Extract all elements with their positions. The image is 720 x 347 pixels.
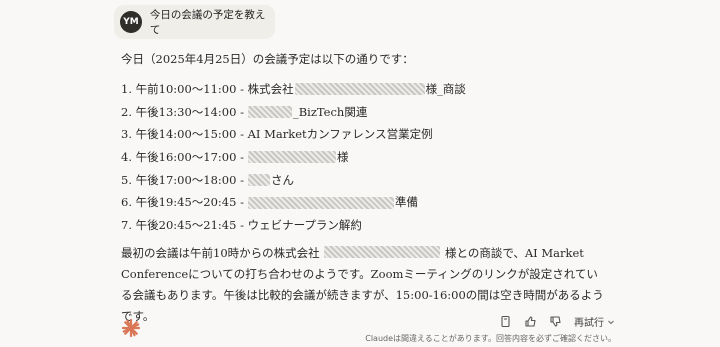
user-message-bubble: YM 今日の会議の予定を教えて	[114, 5, 275, 39]
chevron-down-icon	[608, 320, 614, 324]
thumbs-up-icon[interactable]	[524, 315, 537, 328]
redacted-text	[324, 245, 441, 258]
item-number: 6.	[121, 195, 132, 210]
copy-icon[interactable]	[499, 315, 512, 328]
item-suffix: 準備	[394, 195, 418, 210]
redacted-text	[247, 174, 270, 187]
item-number: 1.	[121, 82, 132, 96]
list-item: 2. 午後13:30～14:00 - _BizTech関連	[121, 101, 611, 124]
retry-button[interactable]: 再試行	[574, 314, 615, 329]
list-item: 5. 午後17:00～18:00 - さん	[121, 169, 611, 192]
list-item: 3. 午後14:00～15:00 - AI Marketカンファレンス営業定例	[121, 123, 611, 146]
item-number: 7.	[121, 218, 132, 233]
item-text: 午後19:45～20:45 -	[135, 195, 244, 210]
list-item: 4. 午後16:00～17:00 - 様	[121, 146, 611, 169]
redacted-text	[247, 151, 336, 164]
redacted-text	[294, 83, 425, 96]
user-message-text: 今日の会議の予定を教えて	[149, 9, 266, 36]
list-item: 1. 午前10:00～11:00 - 株式会社 様_商談	[121, 78, 611, 101]
item-text: 午後14:00～15:00 - AI Marketカンファレンス営業定例	[135, 127, 433, 142]
redacted-text	[247, 196, 394, 209]
item-number: 5.	[121, 172, 132, 187]
item-number: 2.	[121, 104, 132, 119]
item-text: 午後17:00～18:00 -	[135, 172, 244, 187]
redacted-text	[247, 106, 292, 119]
avatar: YM	[120, 11, 142, 33]
item-suffix: _BizTech関連	[292, 104, 368, 119]
item-text: 午後13:30～14:00 -	[135, 104, 244, 119]
item-number: 3.	[121, 127, 132, 142]
response-intro: 今日（2025年4月25日）の会議予定は以下の通りです：	[121, 52, 414, 66]
item-number: 4.	[121, 150, 132, 165]
response-actions: 再試行	[499, 314, 615, 329]
assistant-response: 今日（2025年4月25日）の会議予定は以下の通りです： 1. 午前10:00～…	[121, 48, 611, 327]
summary-text-start: 最初の会議は午前10時からの株式会社	[121, 245, 320, 260]
list-item: 6. 午後19:45～20:45 - 準備	[121, 191, 611, 214]
item-text: 午後20:45～21:45 - ウェビナープラン解約	[135, 218, 362, 233]
list-item: 7. 午後20:45～21:45 - ウェビナープラン解約	[121, 214, 611, 237]
retry-label: 再試行	[574, 318, 604, 329]
item-suffix: 様_商談	[425, 82, 466, 96]
meeting-list: 1. 午前10:00～11:00 - 株式会社 様_商談 2. 午後13:30～…	[121, 78, 611, 237]
disclaimer: Claudeは間違えることがあります。回答内容を必ずご確認ください。	[365, 334, 616, 343]
claude-logo-icon	[121, 318, 141, 338]
thumbs-down-icon[interactable]	[549, 315, 562, 328]
item-text: 午後16:00～17:00 -	[135, 150, 244, 165]
item-suffix: 様	[336, 150, 349, 165]
item-suffix: さん	[270, 172, 294, 187]
item-text: 午前10:00～11:00 - 株式会社	[135, 82, 294, 96]
